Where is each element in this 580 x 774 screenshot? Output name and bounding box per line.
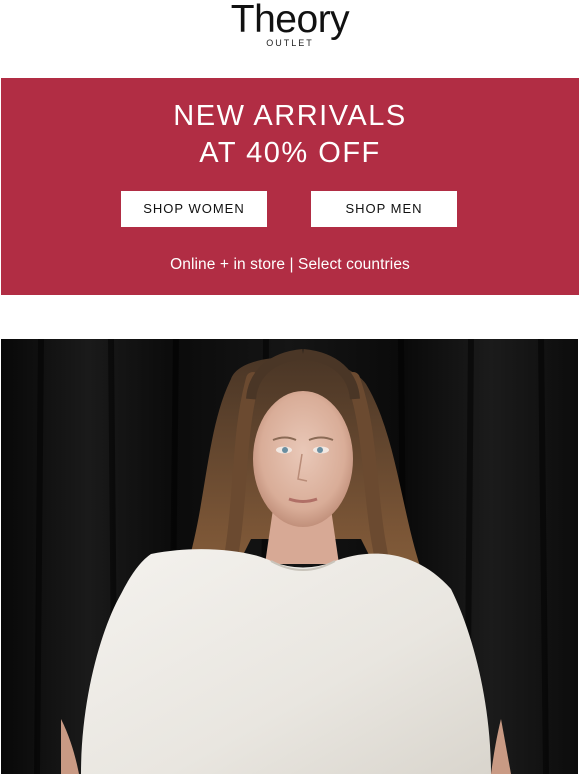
promo-headline: NEW ARRIVALS AT 40% OFF (1, 98, 579, 172)
promo-availability-note: Online + in store | Select countries (170, 256, 410, 273)
promo-banner: NEW ARRIVALS AT 40% OFF SHOP WOMEN SHOP … (1, 78, 579, 295)
brand-header[interactable]: Theory OUTLET (0, 0, 580, 78)
promo-headline-line1: NEW ARRIVALS (173, 100, 407, 132)
shop-women-button[interactable]: SHOP WOMEN (121, 191, 267, 227)
brand-subtitle: OUTLET (266, 38, 314, 48)
model-photo-icon (1, 339, 578, 774)
brand-logo[interactable]: Theory (0, 0, 580, 40)
promo-headline-line2: AT 40% OFF (199, 137, 381, 169)
email-page: Theory OUTLET NEW ARRIVALS AT 40% OFF SH… (0, 0, 580, 774)
shop-men-button[interactable]: SHOP MEN (311, 191, 457, 227)
hero-image[interactable] (1, 339, 578, 774)
